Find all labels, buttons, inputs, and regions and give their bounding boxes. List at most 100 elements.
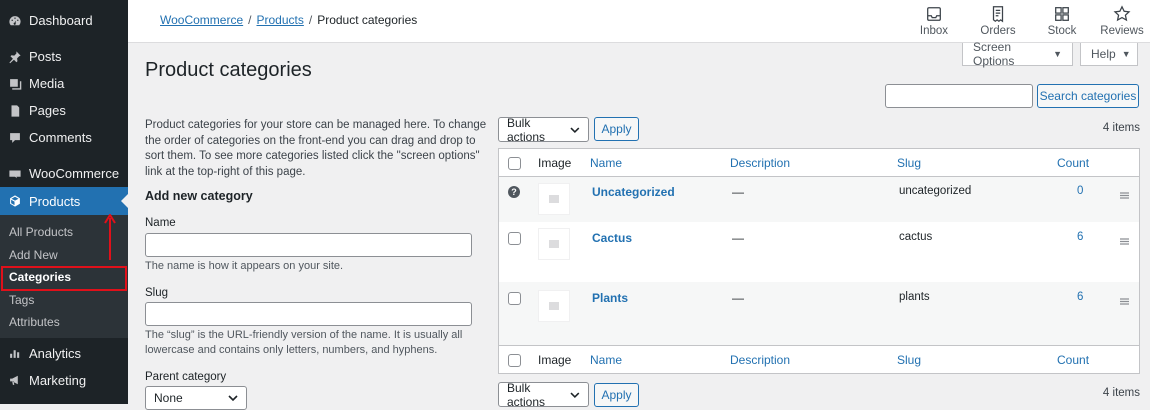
- star-icon: [1113, 5, 1131, 22]
- sidebar-item-label: Comments: [29, 130, 92, 145]
- activity-actions: Inbox Orders Stock Reviews: [902, 0, 1150, 43]
- categories-highlight-annotation: [1, 266, 127, 291]
- caret-down-icon: ▼: [1121, 49, 1131, 59]
- category-name-link[interactable]: Plants: [592, 291, 628, 305]
- sidebar-item-label: Analytics: [29, 345, 82, 361]
- breadcrumb-products[interactable]: Products: [256, 13, 303, 27]
- box-icon: [8, 194, 22, 208]
- category-count-link[interactable]: 6: [1077, 231, 1083, 243]
- sidebar-item-label: Dashboard: [29, 13, 93, 28]
- sidebar-item-label: WooCommerce: [29, 166, 120, 181]
- parent-category-select[interactable]: None: [145, 386, 247, 410]
- table-row: Cactus — cactus 6: [499, 222, 1139, 282]
- breadcrumb: WooCommerce / Products / Product categories: [160, 13, 417, 27]
- breadcrumb-separator: /: [308, 13, 313, 27]
- slug-input[interactable]: [145, 302, 472, 326]
- chevron-down-icon: [228, 395, 238, 402]
- drag-handle-icon[interactable]: [1120, 234, 1129, 248]
- orders-button[interactable]: Orders: [966, 0, 1030, 43]
- page-title: Product categories: [145, 59, 312, 81]
- sidebar-item-label: Posts: [29, 49, 62, 64]
- dashboard-icon: [8, 14, 22, 28]
- sidebar-item-woocommerce[interactable]: WooCommerce: [0, 160, 128, 187]
- category-name-link[interactable]: Uncategorized: [592, 185, 675, 199]
- top-bar: WooCommerce / Products / Product categories …: [128, 0, 1150, 43]
- column-count[interactable]: Count: [1057, 156, 1089, 170]
- sidebar-item-analytics[interactable]: Analytics: [0, 340, 128, 367]
- column-slug[interactable]: Slug: [897, 353, 921, 367]
- inbox-button[interactable]: Inbox: [902, 0, 966, 43]
- column-name[interactable]: Name: [590, 156, 622, 170]
- slug-label: Slug: [145, 287, 169, 299]
- search-categories-input[interactable]: [885, 84, 1033, 108]
- column-description[interactable]: Description: [730, 156, 790, 170]
- add-category-heading: Add new category: [145, 189, 253, 203]
- select-all-checkbox[interactable]: [508, 157, 521, 170]
- category-count-link[interactable]: 0: [1077, 185, 1083, 197]
- name-help: The name is how it appears on your site.: [145, 260, 344, 272]
- sidebar-item-products[interactable]: Products: [0, 187, 128, 215]
- bulk-actions-select-top[interactable]: Bulk actions: [498, 116, 589, 144]
- name-input[interactable]: [145, 233, 472, 257]
- sidebar-item-posts[interactable]: Posts: [0, 43, 128, 70]
- image-placeholder-icon: [549, 302, 559, 310]
- sidebar-item-label: Products: [29, 193, 81, 209]
- drag-handle-icon[interactable]: [1120, 294, 1129, 308]
- search-categories-button[interactable]: Search categories: [1037, 84, 1139, 108]
- table-row: Plants — plants 6: [499, 282, 1139, 345]
- apply-button-bottom[interactable]: Apply: [594, 383, 639, 407]
- column-description[interactable]: Description: [730, 353, 790, 367]
- chevron-down-icon: [570, 126, 580, 133]
- column-name[interactable]: Name: [590, 353, 622, 367]
- category-thumbnail: [538, 183, 570, 215]
- category-thumbnail: [538, 228, 570, 260]
- help-button[interactable]: Help ▼: [1080, 43, 1138, 66]
- column-slug[interactable]: Slug: [897, 156, 921, 170]
- category-count-link[interactable]: 6: [1077, 291, 1083, 303]
- apply-button-top[interactable]: Apply: [594, 117, 639, 141]
- column-count[interactable]: Count: [1057, 353, 1089, 367]
- chevron-down-icon: [570, 391, 580, 398]
- caret-down-icon: ▼: [1053, 49, 1062, 59]
- submenu-attributes[interactable]: Attributes: [0, 311, 128, 334]
- row-checkbox[interactable]: [508, 292, 521, 305]
- arrow-up-annotation-icon: [104, 214, 116, 260]
- breadcrumb-current: Product categories: [317, 13, 418, 27]
- slug-help: The “slug” is the URL-friendly version o…: [145, 329, 463, 356]
- category-slug: uncategorized: [899, 185, 972, 197]
- breadcrumb-woocommerce[interactable]: WooCommerce: [160, 13, 243, 27]
- screen-options-button[interactable]: Screen Options ▼: [962, 40, 1073, 68]
- pages-icon: [8, 104, 22, 118]
- stock-button[interactable]: Stock: [1030, 0, 1094, 43]
- media-icon: [8, 77, 22, 91]
- sidebar-item-media[interactable]: Media: [0, 70, 128, 97]
- table-footer: Image Name Description Slug Count: [499, 345, 1139, 373]
- parent-category-label: Parent category: [145, 371, 227, 383]
- category-name-link[interactable]: Cactus: [592, 231, 632, 245]
- analytics-icon: [8, 346, 22, 360]
- sidebar-item-pages[interactable]: Pages: [0, 97, 128, 124]
- select-all-checkbox-footer[interactable]: [508, 354, 521, 367]
- inbox-icon: [927, 7, 941, 21]
- sidebar-item-dashboard[interactable]: Dashboard: [0, 7, 128, 34]
- column-image: Image: [538, 156, 572, 170]
- sidebar-item-marketing[interactable]: Marketing: [0, 367, 128, 394]
- reviews-button[interactable]: Reviews: [1094, 0, 1150, 43]
- category-slug: plants: [899, 291, 930, 303]
- name-label: Name: [145, 217, 176, 229]
- question-icon[interactable]: ?: [508, 186, 520, 198]
- categories-table: Image Name Description Slug Count ? Unca…: [498, 148, 1140, 374]
- category-description: —: [732, 185, 744, 199]
- orders-label: Orders: [980, 25, 1016, 37]
- sidebar-item-comments[interactable]: Comments: [0, 124, 128, 151]
- row-checkbox[interactable]: [508, 232, 521, 245]
- comment-icon: [8, 131, 22, 145]
- drag-handle-icon[interactable]: [1120, 188, 1129, 202]
- image-placeholder-icon: [549, 195, 559, 203]
- submenu-tags[interactable]: Tags: [0, 289, 128, 312]
- pin-icon: [8, 50, 22, 64]
- sidebar-item-label: Pages: [29, 103, 66, 118]
- table-row: ? Uncategorized — uncategorized 0: [499, 177, 1139, 222]
- bulk-actions-select-bottom[interactable]: Bulk actions: [498, 381, 589, 409]
- orders-icon: [992, 6, 1004, 23]
